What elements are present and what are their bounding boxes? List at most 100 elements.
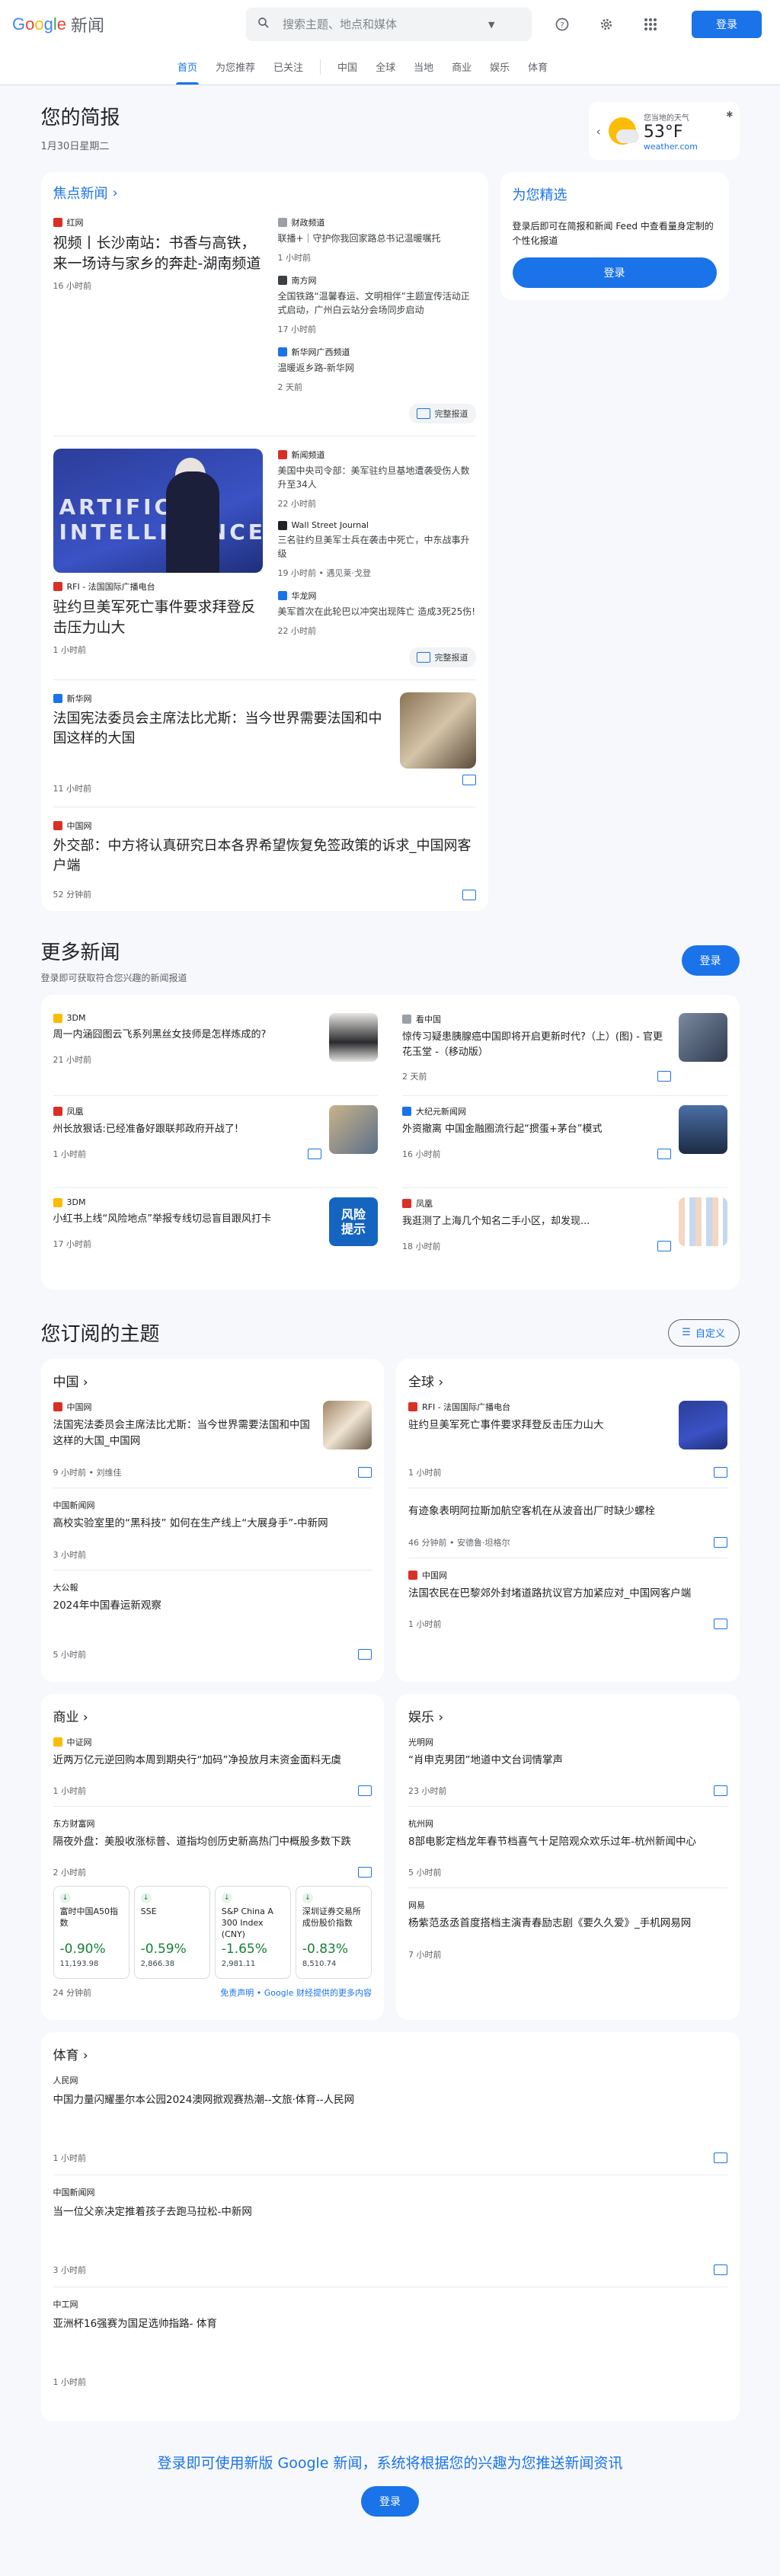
story-title[interactable]: 温暖返乡路-新华网	[278, 361, 476, 375]
more-news-login-button[interactable]: 登录	[681, 945, 740, 976]
tab-local[interactable]: 当地	[404, 48, 443, 85]
footer-login-button[interactable]: 登录	[361, 2486, 419, 2517]
tab-following[interactable]: 已关注	[264, 48, 312, 85]
picks-login-button[interactable]: 登录	[512, 257, 717, 289]
full-coverage-icon[interactable]	[358, 1785, 372, 1797]
chevron-left-icon[interactable]: ‹	[596, 124, 601, 139]
story-title[interactable]: 杨紫范丞丞首度搭档主演青春励志剧《要久久爱》_手机网易网	[408, 1916, 727, 1931]
topic-heading[interactable]: 体育 ›	[53, 2044, 727, 2063]
search-bar[interactable]: ▼	[246, 8, 532, 41]
sub-story[interactable]: 财政频道 联播+｜守护你我回家路总书记温暖嘱托 1 小时前	[277, 216, 476, 264]
topic-story[interactable]: 光明网 “肖申克男团”地道中文台词情掌声 23 小时前	[408, 1736, 727, 1807]
story-title[interactable]: 高校实验室里的“黑科技” 如何在生产线上“大展身手”-中新网	[53, 1516, 372, 1531]
story-title[interactable]: 法国农民在巴黎郊外封堵道路抗议官方加紧应对_中国网客户端	[408, 1586, 727, 1601]
story-title[interactable]: 我逛测了上海几个知名二手小区，却发现...	[402, 1214, 671, 1229]
story-title[interactable]: 2024年中国春运新观察	[53, 1598, 372, 1613]
tab-home[interactable]: 首页	[168, 48, 206, 85]
sub-story[interactable]: 新华网广西频道 温暖返乡路-新华网 2 天前	[277, 346, 476, 393]
tab-business[interactable]: 商业	[443, 48, 481, 85]
full-coverage-icon[interactable]	[657, 1240, 671, 1251]
story-title[interactable]: 驻约旦美军死亡事件要求拜登反击压力山大	[53, 597, 263, 638]
topic-story[interactable]: 有迹象表明阿拉斯加航空客机在从波音出厂时缺少螺栓 46 分钟前 • 安德鲁·坦格…	[408, 1504, 727, 1558]
topic-story[interactable]: 网易 杨紫范丞丞首度搭档主演青春励志剧《要久久爱》_手机网易网 7 小时前	[408, 1899, 727, 1969]
sub-story[interactable]: 南方网 全国铁路“温馨春运、文明相伴”主题宣传活动正式启动，广州白云站分会场同步…	[277, 274, 476, 335]
full-coverage-icon[interactable]	[462, 775, 476, 785]
topic-story[interactable]: 中国新闻网 高校实验室里的“黑科技” 如何在生产线上“大展身手”-中新网 3 小…	[53, 1499, 372, 1571]
story-title[interactable]: 周一内涵囧图云飞系列黑丝女技师是怎样炼成的?	[53, 1028, 322, 1043]
customize-button[interactable]: ☰ 自定义	[667, 1318, 740, 1347]
full-coverage-icon[interactable]	[713, 1467, 727, 1478]
topic-heading[interactable]: 中国 ›	[53, 1371, 372, 1390]
story-title[interactable]: 8部电影定档龙年春节档喜气十足陪观众欢乐过年-杭州新闻中心	[408, 1834, 727, 1849]
topic-heading[interactable]: 娱乐 ›	[408, 1706, 727, 1725]
story-title[interactable]: 亚洲杯16强赛为国足选帅指路- 体育	[53, 2315, 727, 2330]
finance-disclaimer-link[interactable]: 免责声明 • Google 财经提供的更多内容	[220, 1986, 372, 1999]
chevron-down-icon[interactable]: ▼	[488, 20, 494, 30]
tab-for-you[interactable]: 为您推荐	[206, 48, 264, 85]
weather-settings-icon[interactable]: ✱	[726, 110, 733, 120]
topic-story[interactable]: 中工网 亚洲杯16强赛为国足选帅指路- 体育 1 小时前	[53, 2298, 727, 2399]
story-title[interactable]: 视频丨长沙南站：书香与高铁，来一场诗与家乡的奔赴-湖南频道	[53, 233, 263, 273]
story-title[interactable]: 全国铁路“温馨春运、文明相伴”主题宣传活动正式启动，广州白云站分会场同步启动	[278, 289, 476, 317]
top-story[interactable]: 中国网 外交部：中方将认真研究日本各界希望恢复免签政策的诉求_中国网客户端 52…	[53, 820, 476, 901]
list-item[interactable]: 凤凰 州长放狠话:已经准备好跟联邦政府开战了! 1 小时前	[53, 1096, 378, 1189]
story-thumbnail[interactable]	[678, 1013, 727, 1063]
story-title[interactable]: 有迹象表明阿拉斯加航空客机在从波音出厂时缺少螺栓	[408, 1504, 727, 1519]
full-coverage-button[interactable]: 完整报道	[408, 647, 476, 667]
topic-story[interactable]: 大公報 2024年中国春运新观察 5 小时前	[53, 1581, 372, 1670]
full-coverage-icon[interactable]	[713, 1785, 727, 1797]
story-title[interactable]: 三名驻约旦美军士兵在袭击中死亡，中东战事升级	[278, 533, 476, 561]
top-stories-heading[interactable]: 焦点新闻 ›	[53, 183, 476, 203]
stock-card[interactable]: ↓ 深圳证券交易所成份股价指数 -0.83% 8,510.74	[295, 1886, 372, 1980]
story-title[interactable]: 美军首次在此轮巴以冲突出现阵亡 造成3死25伤!	[278, 605, 476, 618]
sub-story[interactable]: 新闻频道 美国中央司令部：美军驻约旦基地遭袭受伤人数升至34人 22 小时前	[277, 449, 476, 510]
tab-world[interactable]: 全球	[366, 48, 404, 85]
story-title[interactable]: 驻约旦美军死亡事件要求拜登反击压力山大	[408, 1417, 604, 1433]
list-item[interactable]: 大纪元新闻网 外资撤离 中国金融圈流行起“掼蛋+茅台”模式 16 小时前	[402, 1096, 727, 1189]
weather-widget[interactable]: ‹ 您当地的天气 53°F weather.com ✱	[588, 102, 740, 160]
topic-story[interactable]: 东方财富网 隔夜外盘：美股收涨标普、道指均创历史新高热门中概股多数下跌 2 小时…	[53, 1817, 372, 2008]
list-item[interactable]: 3DM 周一内涵囧图云飞系列黑丝女技师是怎样炼成的? 21 小时前	[53, 1004, 378, 1097]
gear-icon[interactable]	[591, 9, 622, 40]
full-coverage-icon[interactable]	[358, 1648, 372, 1660]
story-title[interactable]: 惊传习疑患胰腺癌中国即将开启更新时代?（上）(图) - 官更花玉堂 -（移动版）	[402, 1030, 671, 1059]
full-coverage-icon[interactable]	[462, 890, 476, 901]
story-thumbnail[interactable]	[399, 692, 476, 769]
story-title[interactable]: 中国力量闪耀墨尔本公园2024澳网掀观赛热潮--文旅·体育--人民网	[53, 2091, 727, 2106]
google-news-logo[interactable]: Google 新闻	[12, 12, 233, 37]
cluster-main-story[interactable]: ARTIFICIAL INTELLIGENCE RFI - 法国国际广播电台 驻…	[53, 449, 263, 667]
cluster-main-story[interactable]: 红网 视频丨长沙南站：书香与高铁，来一场诗与家乡的奔赴-湖南频道 16 小时前	[53, 216, 263, 423]
story-title[interactable]: 联播+｜守护你我回家路总书记温暖嘱托	[278, 232, 476, 245]
story-title[interactable]: 当一位父亲决定推着孩子去跑马拉松-中新网	[53, 2203, 727, 2218]
tab-china[interactable]: 中国	[328, 48, 366, 85]
full-coverage-button[interactable]: 完整报道	[408, 404, 476, 423]
topic-story[interactable]: 中国网 法国宪法委员会主席法比尤斯：当今世界需要法国和中国这样的大国_中国网 9…	[53, 1401, 372, 1489]
stock-card[interactable]: ↓ SSE -0.59% 2,866.38	[133, 1886, 210, 1980]
story-thumbnail[interactable]	[678, 1401, 727, 1450]
story-title[interactable]: 外资撤离 中国金融圈流行起“掼蛋+茅台”模式	[402, 1122, 671, 1137]
apps-grid-icon[interactable]	[635, 9, 666, 40]
list-item[interactable]: 凤凰 我逛测了上海几个知名二手小区，却发现... 18 小时前	[402, 1188, 727, 1280]
story-title[interactable]: 隔夜外盘：美股收涨标普、道指均创历史新高热门中概股多数下跌	[53, 1834, 372, 1849]
top-story[interactable]: 新华网 法国宪法委员会主席法比尤斯：当今世界需要法国和中国这样的大国 11 小时…	[53, 692, 476, 808]
topic-story[interactable]: 人民网 中国力量闪耀墨尔本公园2024澳网掀观赛热潮--文旅·体育--人民网 1…	[53, 2074, 727, 2176]
list-item[interactable]: 3DM 小红书上线“风险地点”举报专线切忌盲目跟风打卡 17 小时前 风险 提示	[53, 1188, 378, 1280]
story-thumbnail[interactable]	[323, 1401, 372, 1450]
full-coverage-icon[interactable]	[657, 1148, 671, 1159]
full-coverage-icon[interactable]	[657, 1071, 671, 1082]
tab-entertainment[interactable]: 娱乐	[481, 48, 519, 85]
topic-heading[interactable]: 商业 ›	[53, 1706, 372, 1725]
story-thumbnail[interactable]: 风险 提示	[329, 1197, 378, 1247]
full-coverage-icon[interactable]	[713, 2153, 727, 2164]
story-title[interactable]: 外交部：中方将认真研究日本各界希望恢复免签政策的诉求_中国网客户端	[53, 836, 476, 876]
story-title[interactable]: 小红书上线“风险地点”举报专线切忌盲目跟风打卡	[53, 1212, 322, 1227]
topic-story[interactable]: 杭州网 8部电影定档龙年春节档喜气十足陪观众欢乐过年-杭州新闻中心 5 小时前	[408, 1817, 727, 1889]
story-image[interactable]: ARTIFICIAL INTELLIGENCE	[53, 449, 263, 573]
stock-card[interactable]: ↓ S&P China A 300 Index (CNY) -1.65% 2,981.…	[214, 1886, 291, 1980]
story-thumbnail[interactable]	[329, 1105, 378, 1155]
help-icon[interactable]: ?	[547, 9, 577, 40]
story-title[interactable]: 近两万亿元逆回购本周到期央行“加码”净投放月末资金面料无虞	[53, 1753, 372, 1768]
full-coverage-icon[interactable]	[713, 1536, 727, 1548]
topic-story[interactable]: 中国新闻网 当一位父亲决定推着孩子去跑马拉松-中新网 3 小时前	[53, 2186, 727, 2288]
full-coverage-icon[interactable]	[713, 2264, 727, 2276]
